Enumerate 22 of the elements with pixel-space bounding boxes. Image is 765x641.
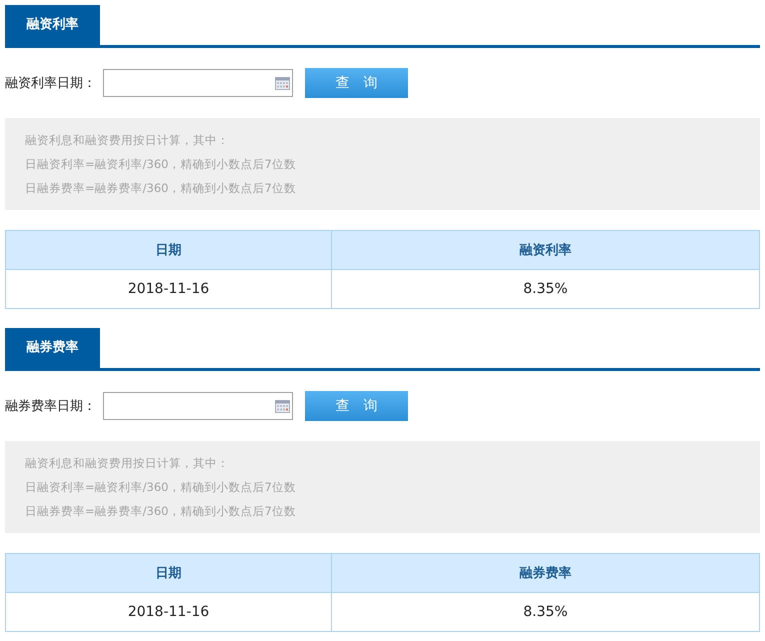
query-button[interactable]: 查 询 <box>305 391 408 421</box>
column-header: 融券费率 <box>332 554 760 592</box>
date-input-field[interactable] <box>103 392 293 420</box>
note-text: 融资利息和融资费用按日计算，其中： <box>25 132 230 149</box>
table-cell: 2018-11-16 <box>6 592 332 632</box>
table-cell: 8.35% <box>332 270 760 308</box>
date-input-field[interactable] <box>103 69 293 97</box>
note-text: 日融资利率=融资利率/360，精确到小数点后7位数 <box>25 479 297 496</box>
column-header: 日期 <box>6 230 332 270</box>
date-label: 融券费率日期： <box>5 398 97 415</box>
table-cell: 8.35% <box>332 592 760 632</box>
note-text: 日融资利率=融资利率/360，精确到小数点后7位数 <box>25 156 297 173</box>
calendar-icon[interactable] <box>275 400 290 412</box>
column-header: 融资利率 <box>332 230 760 270</box>
date-label: 融资利率日期： <box>5 75 97 92</box>
note-text: 日融券费率=融券费率/360，精确到小数点后7位数 <box>25 503 297 520</box>
calendar-icon[interactable] <box>275 76 290 90</box>
note-text: 日融券费率=融券费率/360，精确到小数点后7位数 <box>25 180 297 197</box>
column-header: 日期 <box>6 554 332 592</box>
query-button[interactable]: 查 询 <box>305 68 408 98</box>
table-cell: 2018-11-16 <box>6 270 332 308</box>
note-text: 融资利息和融资费用按日计算，其中： <box>25 455 230 472</box>
